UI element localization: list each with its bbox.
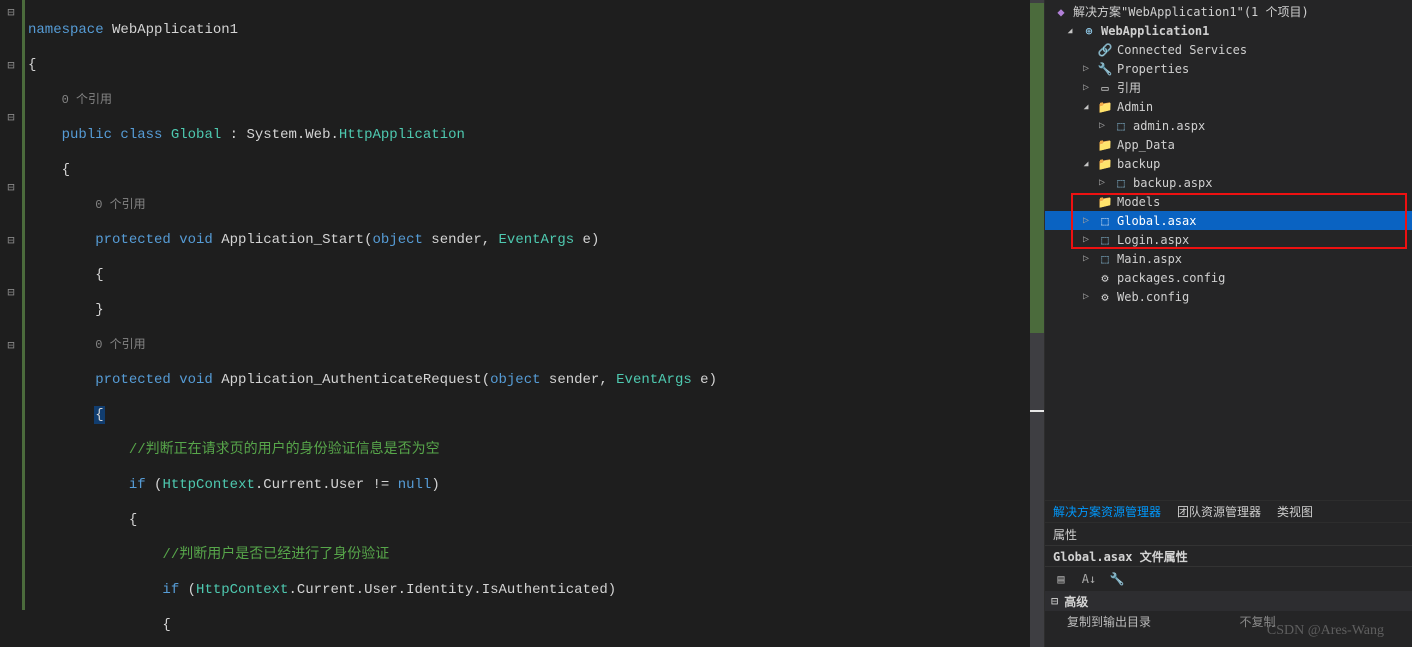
node-backup-folder[interactable]: 📁backup [1045,154,1412,173]
categorize-button[interactable]: ▤ [1051,569,1071,589]
solution-title: 解决方案"WebApplication1"(1 个项目) [1073,3,1309,20]
watermark: CSDN @Ares-Wang [1267,623,1384,639]
expand-icon[interactable] [1095,176,1109,190]
prop-pages-button[interactable]: 🔧 [1107,569,1127,589]
expand-icon[interactable] [1079,290,1093,304]
node-global-asax[interactable]: ⬚Global.asax [1045,211,1412,230]
expand-icon[interactable] [1079,214,1093,228]
code-text[interactable]: namespace WebApplication1 { 0 个引用 public… [22,0,1030,647]
expand-icon[interactable] [1079,62,1093,76]
expand-icon[interactable] [1079,157,1093,171]
node-backup-aspx[interactable]: ⬚backup.aspx [1045,173,1412,192]
expand-icon[interactable] [1079,252,1093,266]
solution-icon: ◆ [1053,4,1069,20]
folder-icon: 📁 [1097,194,1113,210]
expand-icon[interactable] [1095,119,1109,133]
expand-icon[interactable] [1079,100,1093,114]
folder-icon: 📁 [1097,137,1113,153]
category-advanced[interactable]: ⊟高级 [1045,591,1412,611]
node-web-config[interactable]: ⚙Web.config [1045,287,1412,306]
node-connected-services[interactable]: 🔗Connected Services [1045,40,1412,59]
config-icon: ⚙ [1097,289,1113,305]
expand-icon[interactable] [1079,233,1093,247]
tab-team-explorer[interactable]: 团队资源管理器 [1177,503,1261,520]
properties-header: 属性 [1045,523,1412,545]
expand-icon[interactable] [1063,24,1077,38]
fold-gutter: ⊟⊟⊟⊟⊟⊟⊟ [0,0,22,647]
node-admin-folder[interactable]: 📁Admin [1045,97,1412,116]
asax-icon: ⬚ [1097,213,1113,229]
tab-solution-explorer[interactable]: 解决方案资源管理器 [1053,503,1161,520]
properties-object: Global.asax 文件属性 [1045,545,1412,567]
aspx-icon: ⬚ [1097,251,1113,267]
node-models-folder[interactable]: 📁Models [1045,192,1412,211]
config-icon: ⚙ [1097,270,1113,286]
solution-explorer-panel[interactable]: ◆ 解决方案"WebApplication1"(1 个项目) ⊕ WebAppl… [1045,0,1412,500]
aspx-icon: ⬚ [1113,118,1129,134]
project-name: WebApplication1 [1101,24,1209,38]
collapse-icon[interactable]: ⊟ [1051,594,1058,608]
connected-icon: 🔗 [1097,42,1113,58]
aspx-icon: ⬚ [1097,232,1113,248]
editor-scrollbar[interactable] [1030,0,1044,647]
alpha-sort-button[interactable]: A↓ [1079,569,1099,589]
node-app-data[interactable]: 📁App_Data [1045,135,1412,154]
csproj-icon: ⊕ [1081,23,1097,39]
tab-class-view[interactable]: 类视图 [1277,503,1313,520]
project-node[interactable]: ⊕ WebApplication1 [1045,21,1412,40]
node-login-aspx[interactable]: ⬚Login.aspx [1045,230,1412,249]
aspx-icon: ⬚ [1113,175,1129,191]
node-packages-config[interactable]: ⚙packages.config [1045,268,1412,287]
solution-tabs[interactable]: 解决方案资源管理器 团队资源管理器 类视图 [1045,500,1412,522]
node-properties[interactable]: 🔧Properties [1045,59,1412,78]
node-references[interactable]: ▭引用 [1045,78,1412,97]
node-admin-aspx[interactable]: ⬚admin.aspx [1045,116,1412,135]
folder-icon: 📁 [1097,99,1113,115]
folder-icon: 📁 [1097,156,1113,172]
code-editor[interactable]: ⊟⊟⊟⊟⊟⊟⊟ namespace WebApplication1 { 0 个引… [0,0,1044,647]
expand-icon[interactable] [1079,81,1093,95]
references-icon: ▭ [1097,80,1113,96]
node-main-aspx[interactable]: ⬚Main.aspx [1045,249,1412,268]
wrench-icon: 🔧 [1097,61,1113,77]
solution-node[interactable]: ◆ 解决方案"WebApplication1"(1 个项目) [1045,2,1412,21]
